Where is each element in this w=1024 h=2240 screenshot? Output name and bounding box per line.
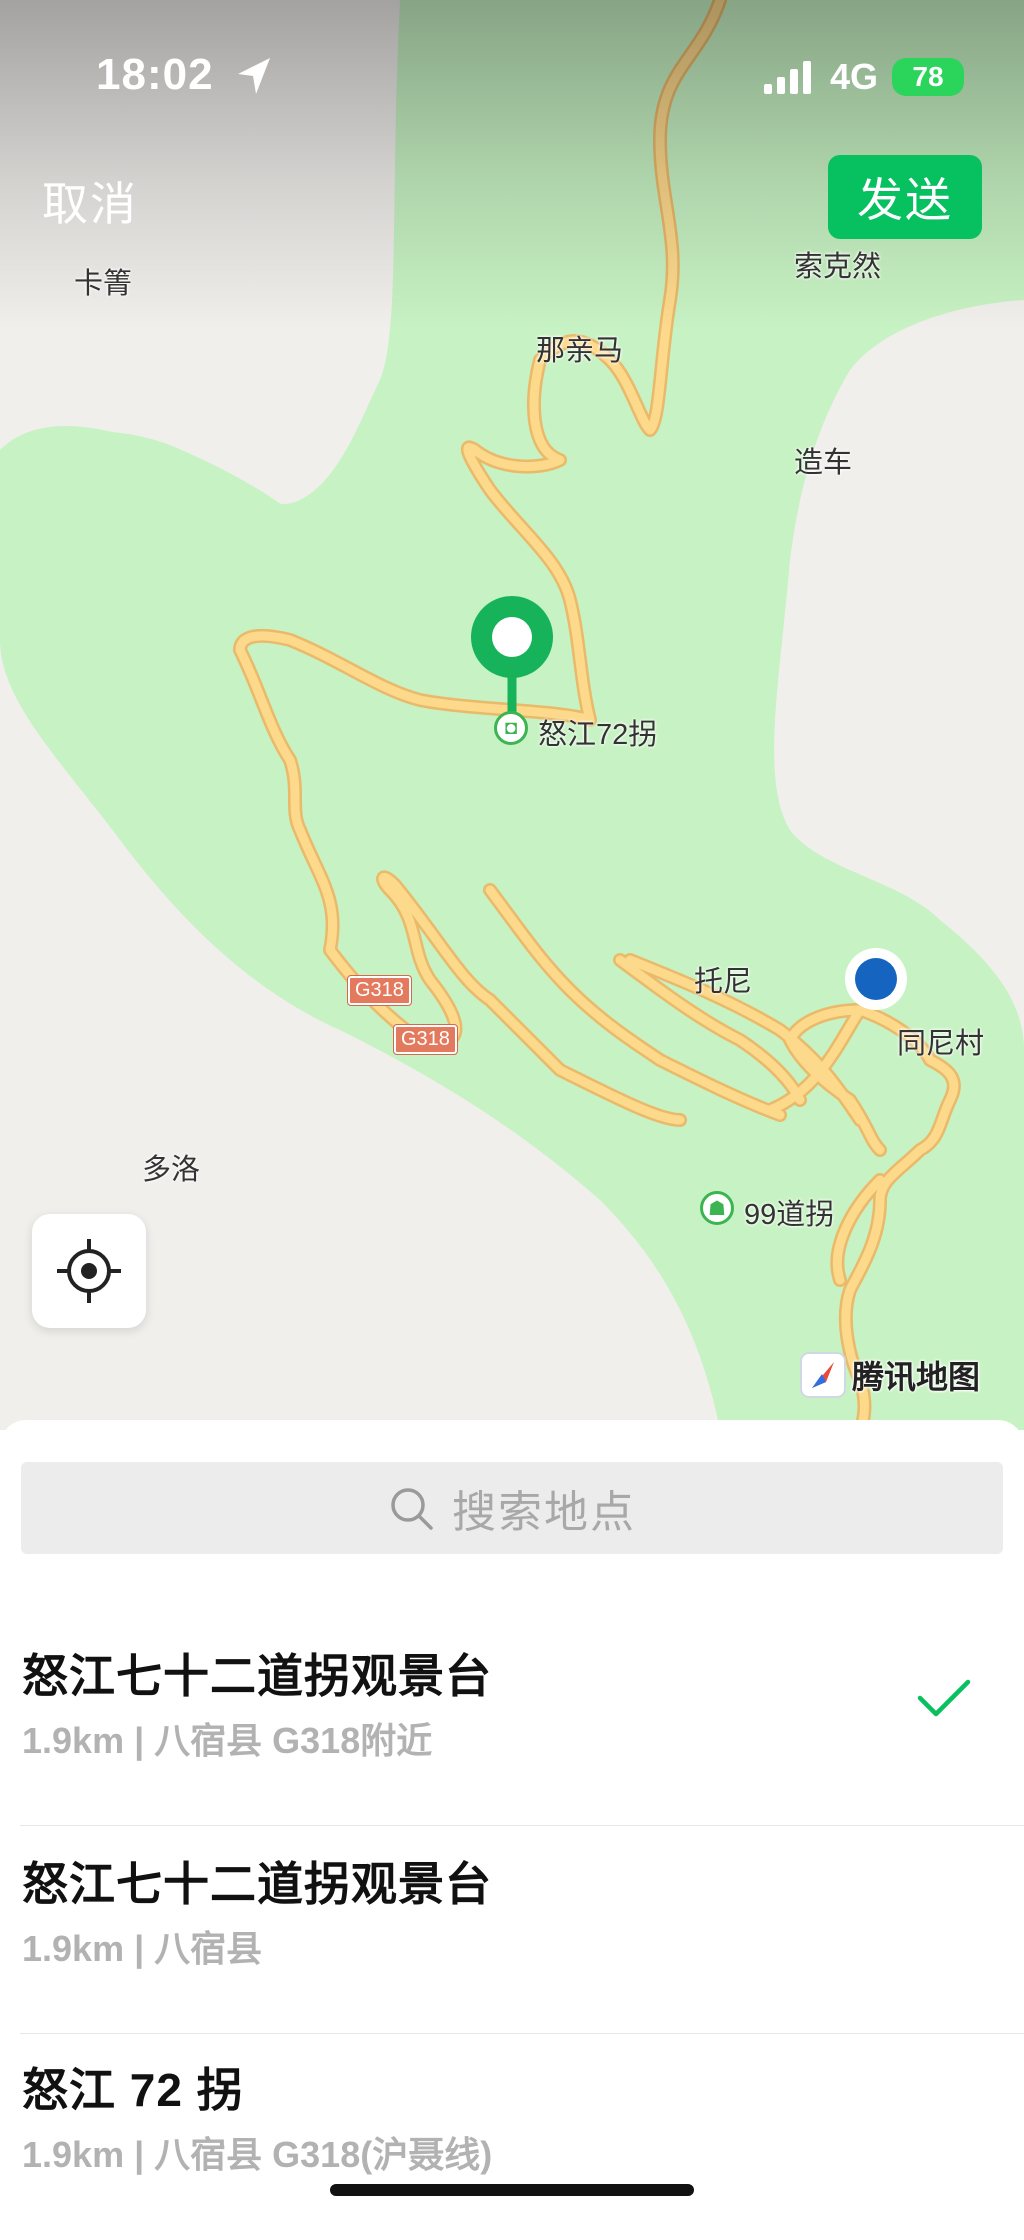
map-provider-logo: 腾讯地图	[800, 1352, 980, 1398]
checkmark-icon	[917, 1679, 971, 1717]
place-label-naqinma: 那亲马	[536, 335, 624, 367]
result-subtitle: 1.9km | 八宿县 G318附近	[22, 1720, 433, 1761]
map-view[interactable]: 18:02 4G 78 取消 发送 卡箐 索克然 那亲马 造车 托尼 同尼村 多…	[0, 0, 1024, 1430]
scenic-poi-icon: ☗	[700, 1191, 734, 1225]
result-title: 怒江 72 拐	[22, 2064, 244, 2116]
place-label-kajian: 卡箐	[74, 268, 133, 300]
user-location-dot	[845, 948, 907, 1010]
cancel-button[interactable]: 取消	[42, 168, 138, 234]
scenic-poi-icon: ◘	[494, 711, 528, 745]
home-indicator[interactable]	[330, 2184, 694, 2196]
place-label-suokeran: 索克然	[794, 251, 882, 283]
status-indicators: 4G 78	[763, 56, 964, 98]
send-button[interactable]: 发送	[828, 155, 982, 239]
crosshair-icon	[57, 1239, 121, 1303]
place-label-zaoche: 造车	[794, 447, 853, 479]
poi-label-99daoguai[interactable]: 99道拐	[744, 1191, 834, 1233]
road-badge-g318: G318	[347, 975, 412, 1006]
tencent-map-logo-icon	[800, 1352, 846, 1398]
result-subtitle: 1.9km | 八宿县 G318(沪聂线)	[22, 2134, 493, 2175]
location-arrow-icon	[238, 58, 270, 94]
search-icon	[391, 1488, 433, 1530]
result-item[interactable]: 怒江 72 拐 1.9km | 八宿县 G318(沪聂线)	[0, 2034, 1024, 2240]
divider	[20, 1825, 1024, 1826]
result-title: 怒江七十二道拐观景台	[22, 1858, 492, 1910]
result-title: 怒江七十二道拐观景台	[22, 1650, 492, 1702]
result-item[interactable]: 怒江七十二道拐观景台 1.9km | 八宿县 G318附近	[0, 1620, 1024, 1826]
location-list-sheet: 搜索地点 怒江七十二道拐观景台 1.9km | 八宿县 G318附近 怒江七十二…	[0, 1420, 1024, 2219]
battery-indicator: 78	[892, 58, 964, 96]
map-provider-name: 腾讯地图	[852, 1359, 981, 1395]
search-input[interactable]: 搜索地点	[21, 1462, 1003, 1554]
result-subtitle: 1.9km | 八宿县	[22, 1928, 263, 1969]
locate-me-button[interactable]	[32, 1214, 146, 1328]
place-label-duoluo: 多洛	[142, 1154, 201, 1186]
signal-icon	[763, 61, 811, 94]
road-badge-g318: G318	[393, 1024, 458, 1055]
poi-label-nujiang72[interactable]: 怒江72拐	[538, 711, 657, 753]
status-time: 18:02	[96, 50, 214, 99]
place-label-tongnicun: 同尼村	[897, 1028, 985, 1060]
search-placeholder: 搜索地点	[452, 1488, 636, 1537]
network-label: 4G	[829, 56, 878, 97]
place-label-tuoni: 托尼	[694, 966, 753, 998]
result-item[interactable]: 怒江七十二道拐观景台 1.9km | 八宿县	[0, 1828, 1024, 2034]
